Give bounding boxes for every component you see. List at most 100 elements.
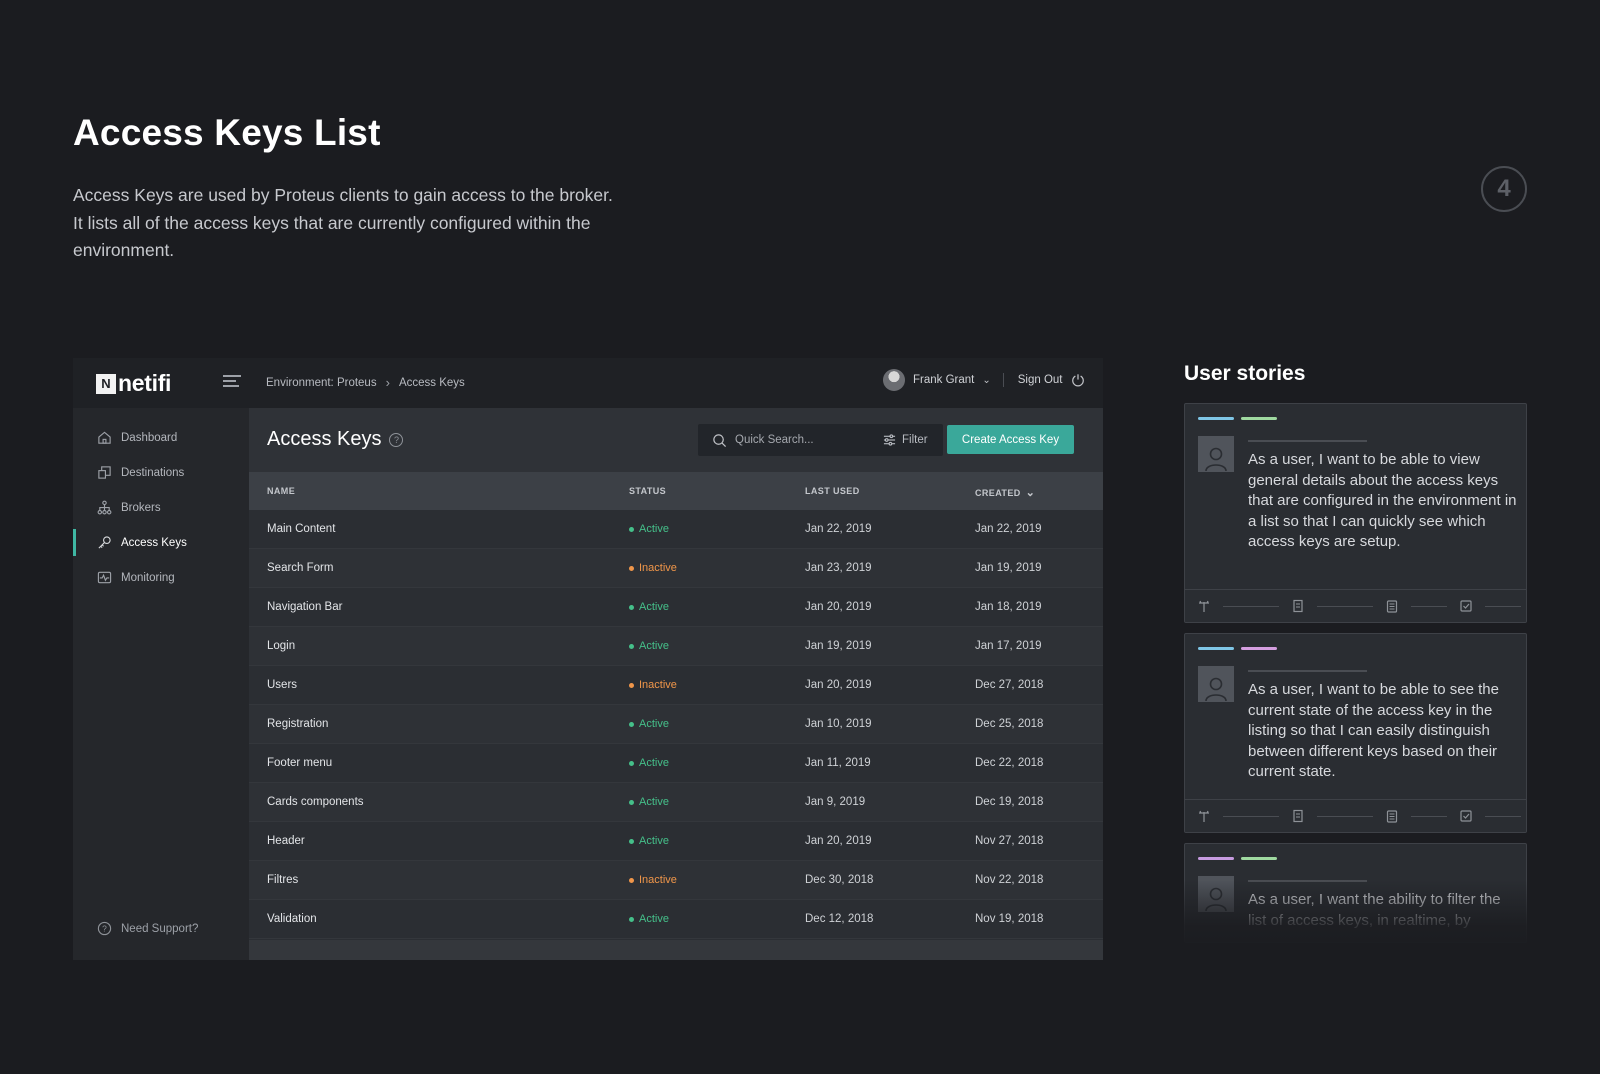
column-header-name[interactable]: NAME bbox=[267, 486, 295, 496]
column-header-status[interactable]: STATUS bbox=[629, 486, 666, 496]
column-header-created[interactable]: CREATED ⌄ bbox=[975, 486, 1035, 499]
status-badge: Active bbox=[629, 757, 669, 769]
chevron-down-icon[interactable]: ⌄ bbox=[982, 375, 990, 386]
footer-item[interactable] bbox=[1291, 809, 1385, 823]
logo-text: netifi bbox=[118, 370, 172, 396]
search-input[interactable]: Quick Search... Filter bbox=[698, 424, 943, 456]
footer-item[interactable] bbox=[1385, 599, 1459, 613]
user-name[interactable]: Frank Grant bbox=[913, 374, 974, 386]
user-story-text: As a user, I want to be able to see the … bbox=[1248, 681, 1499, 780]
pin-icon bbox=[1197, 599, 1211, 613]
sidebar-item-brokers[interactable]: Brokers bbox=[73, 490, 249, 525]
sidebar-item-dashboard[interactable]: Dashboard bbox=[73, 420, 249, 455]
sign-out-button[interactable]: Sign Out bbox=[1018, 373, 1085, 387]
user-area: Frank Grant ⌄ Sign Out bbox=[883, 369, 1085, 391]
status-dot-icon bbox=[629, 877, 634, 883]
step-number-badge: 4 bbox=[1481, 166, 1527, 212]
sidebar-item-monitoring[interactable]: Monitoring bbox=[73, 560, 249, 595]
breadcrumb: Environment: Proteus › Access Keys bbox=[266, 375, 465, 390]
column-header-last-used[interactable]: LAST USED bbox=[805, 486, 860, 496]
cell-created: Jan 17, 2019 bbox=[975, 640, 1042, 652]
breadcrumb-environment[interactable]: Environment: Proteus bbox=[266, 377, 377, 389]
card-footer bbox=[1185, 589, 1526, 622]
filter-button[interactable]: Filter bbox=[883, 434, 928, 446]
user-avatar-icon bbox=[1198, 666, 1234, 702]
table-row[interactable]: Validation Active Dec 12, 2018 Nov 19, 2018 bbox=[249, 900, 1103, 939]
table-row[interactable]: Login Active Jan 19, 2019 Jan 17, 2019 bbox=[249, 627, 1103, 666]
status-dot-icon bbox=[629, 604, 634, 610]
status-dot-icon bbox=[629, 799, 634, 805]
cell-last-used: Jan 9, 2019 bbox=[805, 796, 866, 808]
table-footer bbox=[249, 940, 1103, 960]
help-icon[interactable]: ? bbox=[389, 432, 404, 447]
status-badge: Inactive bbox=[629, 679, 677, 691]
cell-created: Dec 22, 2018 bbox=[975, 757, 1044, 769]
status-dot-icon bbox=[629, 916, 634, 922]
status-dot-icon bbox=[629, 565, 634, 571]
user-story-text: As a user, I want the ability to filter … bbox=[1248, 891, 1501, 929]
search-placeholder: Quick Search... bbox=[735, 434, 814, 446]
table-row[interactable]: Registration Active Jan 10, 2019 Dec 25, 20… bbox=[249, 705, 1103, 744]
status-label: Active bbox=[639, 796, 669, 808]
footer-item[interactable] bbox=[1459, 809, 1526, 823]
sidebar-item-label: Access Keys bbox=[121, 536, 187, 549]
user-story-card[interactable]: As a user, I want to be able to view gen… bbox=[1184, 403, 1527, 623]
need-support-link[interactable]: ? Need Support? bbox=[97, 921, 198, 936]
card-tags bbox=[1198, 857, 1277, 860]
cell-name: Main Content bbox=[267, 523, 336, 535]
avatar[interactable] bbox=[883, 369, 905, 391]
document-icon bbox=[1385, 809, 1399, 823]
table-row[interactable]: Navigation Bar Active Jan 20, 2019 Jan 18, … bbox=[249, 588, 1103, 627]
table-row[interactable]: Cards components Active Jan 9, 2019 Dec 19,… bbox=[249, 783, 1103, 822]
table-row[interactable]: Search Form Inactive Jan 23, 2019 Jan 19, 2… bbox=[249, 549, 1103, 588]
status-badge: Active bbox=[629, 913, 669, 925]
app-window: N netifi Environment: Proteus › Access K… bbox=[73, 358, 1103, 960]
cell-last-used: Jan 20, 2019 bbox=[805, 679, 872, 691]
table-row[interactable]: Main Content Active Jan 22, 2019 Jan 22, 20… bbox=[249, 510, 1103, 549]
cell-created: Nov 27, 2018 bbox=[975, 835, 1044, 847]
table-row[interactable]: Filtres Inactive Dec 30, 2018 Nov 22, 2018 bbox=[249, 861, 1103, 900]
card-subline bbox=[1248, 880, 1367, 882]
document-icon bbox=[1385, 599, 1399, 613]
brokers-icon bbox=[97, 500, 112, 515]
cell-name: Users bbox=[267, 679, 298, 691]
card-tags bbox=[1198, 647, 1277, 650]
footer-item[interactable] bbox=[1197, 599, 1291, 613]
cell-created: Jan 22, 2019 bbox=[975, 523, 1042, 535]
sidebar-item-label: Destinations bbox=[121, 466, 185, 479]
footer-item[interactable] bbox=[1197, 809, 1291, 823]
content-title-text: Access Keys bbox=[267, 428, 382, 450]
sidebar: Dashboard Destinations Brokers Access Ke… bbox=[73, 408, 249, 960]
menu-toggle-icon[interactable] bbox=[223, 375, 241, 389]
footer-item[interactable] bbox=[1385, 809, 1459, 823]
status-label: Inactive bbox=[639, 679, 677, 691]
support-label: Need Support? bbox=[121, 922, 199, 935]
logo[interactable]: N netifi bbox=[96, 370, 171, 397]
sidebar-item-label: Dashboard bbox=[121, 431, 178, 444]
key-icon bbox=[98, 536, 111, 549]
chevron-down-icon: ⌄ bbox=[1025, 487, 1036, 499]
footer-item[interactable] bbox=[1291, 599, 1385, 613]
table-row[interactable]: Header Active Jan 20, 2019 Nov 27, 2018 bbox=[249, 822, 1103, 861]
main-content: Access Keys ? Quick Search... Filter Cre… bbox=[249, 408, 1103, 960]
user-story-card[interactable]: As a user, I want to be able to see the … bbox=[1184, 633, 1527, 833]
user-story-card[interactable]: As a user, I want the ability to filter … bbox=[1184, 843, 1527, 943]
content-title: Access Keys ? bbox=[267, 428, 404, 451]
status-label: Active bbox=[639, 640, 669, 652]
status-label: Active bbox=[639, 718, 669, 730]
cell-created: Jan 18, 2019 bbox=[975, 601, 1042, 613]
cell-last-used: Jan 23, 2019 bbox=[805, 562, 872, 574]
cell-created: Dec 19, 2018 bbox=[975, 796, 1044, 808]
table-row[interactable]: Footer menu Active Jan 11, 2019 Dec 22, 201… bbox=[249, 744, 1103, 783]
tag-bar bbox=[1198, 857, 1234, 860]
filter-icon bbox=[883, 434, 896, 446]
table-row[interactable]: Users Inactive Jan 20, 2019 Dec 27, 2018 bbox=[249, 666, 1103, 705]
divider bbox=[1002, 373, 1004, 387]
create-access-key-button[interactable]: Create Access Key bbox=[947, 425, 1074, 454]
sidebar-item-access-keys[interactable]: Access Keys bbox=[73, 525, 249, 560]
tag-bar bbox=[1241, 417, 1277, 420]
user-avatar-icon bbox=[1198, 876, 1234, 912]
sidebar-item-destinations[interactable]: Destinations bbox=[73, 455, 249, 490]
footer-item[interactable] bbox=[1459, 599, 1526, 613]
status-badge: Active bbox=[629, 796, 669, 808]
